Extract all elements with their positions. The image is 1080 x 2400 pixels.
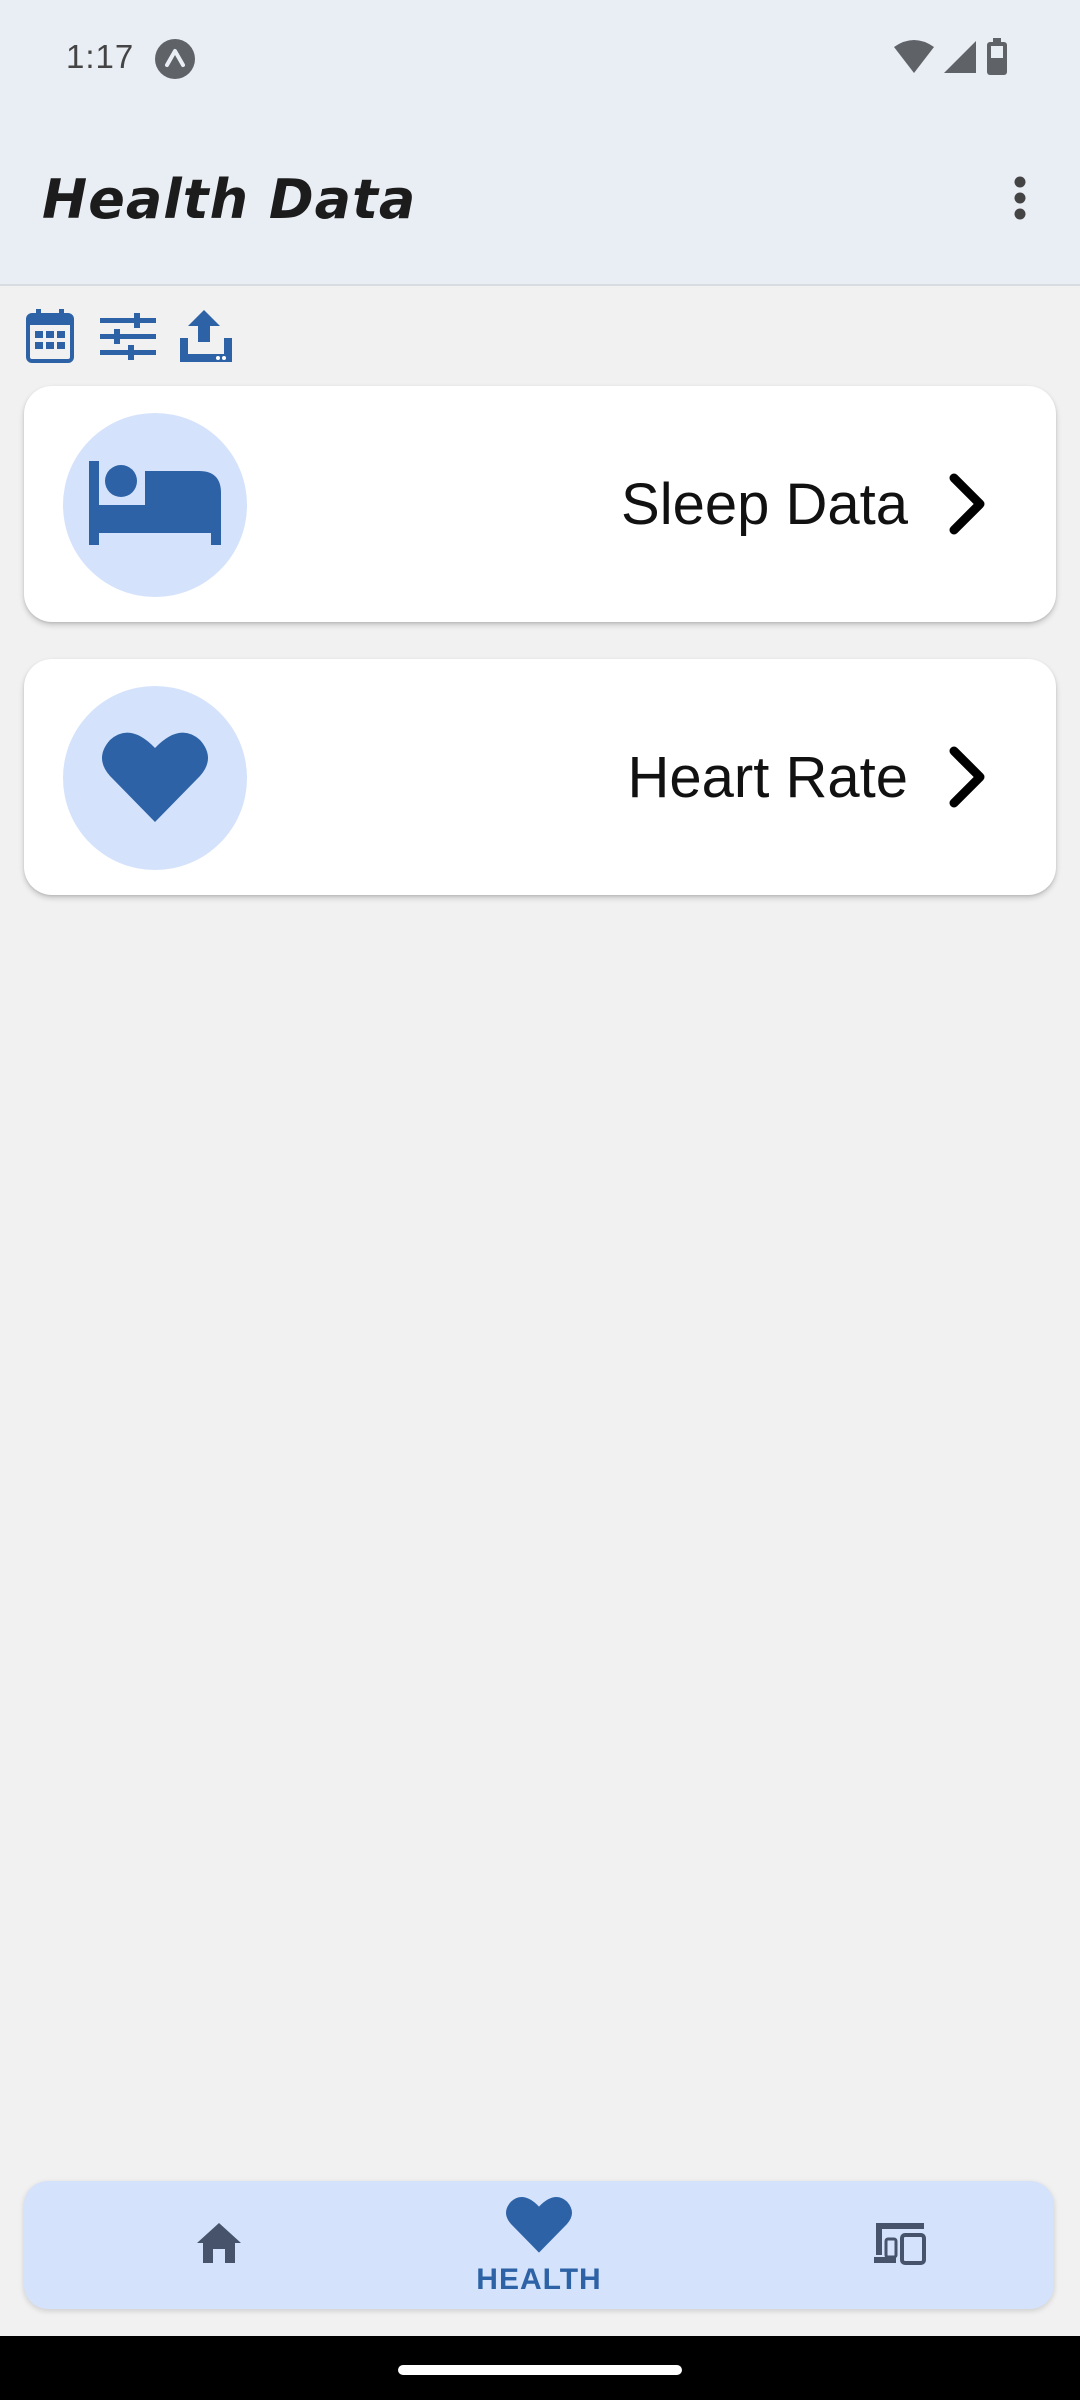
- app-notification-icon: [154, 38, 196, 80]
- nav-label-health: HEALTH: [476, 2262, 602, 2296]
- filter-button[interactable]: [100, 308, 156, 368]
- heart-icon-container: [63, 686, 247, 870]
- devices-icon: [872, 2221, 928, 2270]
- status-time: 1:17: [66, 38, 135, 75]
- chevron-right-icon: [936, 468, 996, 540]
- nav-item-devices[interactable]: [780, 2181, 1020, 2309]
- sleep-icon-container: [63, 413, 247, 597]
- home-icon: [195, 2221, 243, 2270]
- status-bar: 1:17: [0, 0, 1080, 120]
- more-vert-icon: [1013, 176, 1027, 225]
- upload-button[interactable]: [178, 308, 234, 368]
- bottom-navigation: HEALTH: [24, 2181, 1054, 2309]
- battery-icon: [986, 37, 1008, 81]
- cellular-signal-icon: [942, 39, 978, 80]
- health-toolbar: [22, 308, 234, 368]
- sleep-data-label: Sleep Data: [621, 471, 908, 537]
- filter-sliders-icon: [100, 312, 156, 365]
- bed-icon: [89, 460, 221, 550]
- page-title: Health Data: [42, 168, 417, 231]
- nav-item-health[interactable]: HEALTH: [419, 2181, 659, 2309]
- nav-item-home[interactable]: [99, 2181, 339, 2309]
- wifi-icon: [894, 39, 934, 80]
- overflow-menu-button[interactable]: [990, 160, 1050, 240]
- upload-icon: [178, 308, 234, 369]
- chevron-right-icon: [936, 741, 996, 813]
- gesture-handle[interactable]: [398, 2365, 682, 2375]
- calendar-icon: [26, 308, 74, 368]
- sleep-data-card[interactable]: Sleep Data: [24, 386, 1056, 622]
- heart-rate-card[interactable]: Heart Rate: [24, 659, 1056, 895]
- heart-rate-label: Heart Rate: [627, 744, 908, 810]
- heart-icon: [102, 730, 208, 827]
- heart-icon: [506, 2194, 572, 2259]
- app-bar: Health Data: [0, 120, 1080, 286]
- calendar-button[interactable]: [22, 308, 78, 368]
